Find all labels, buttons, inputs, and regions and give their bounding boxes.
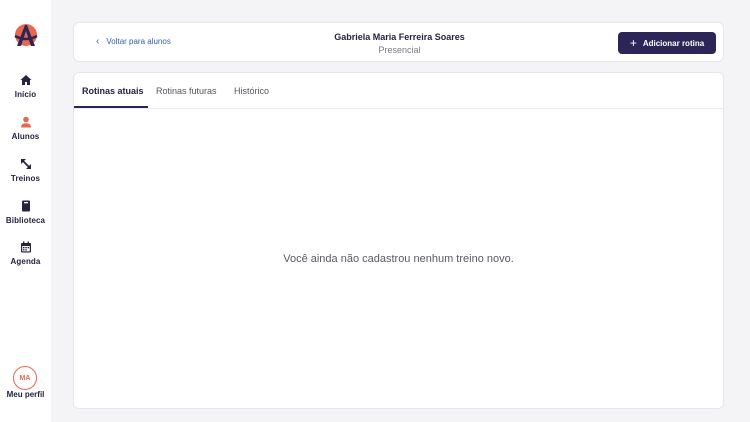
active-tab-indicator xyxy=(74,106,148,108)
home-icon xyxy=(20,75,31,85)
sidebar-item-label: Biblioteca xyxy=(5,216,46,225)
logo-icon[interactable] xyxy=(11,20,41,50)
person-icon xyxy=(20,116,31,128)
empty-state-message: Você ainda não cadastrou nenhum treino n… xyxy=(283,253,514,265)
tab-rotinas-futuras[interactable]: Rotinas futuras xyxy=(156,86,217,96)
sidebar-item-label: Agenda xyxy=(10,257,41,266)
avatar[interactable]: MA xyxy=(13,366,37,390)
sidebar: Início Alunos Treinos Biblioteca Agenda … xyxy=(0,0,51,422)
arrows-diagonal-icon xyxy=(20,159,31,169)
sidebar-item-inicio[interactable]: Início xyxy=(0,73,51,107)
add-routine-button[interactable]: + Adicionar rotina xyxy=(618,32,716,54)
tab-historico[interactable]: Histórico xyxy=(234,86,269,96)
sidebar-item-treinos[interactable]: Treinos xyxy=(0,157,51,191)
profile-label[interactable]: Meu perfil xyxy=(0,390,51,399)
sidebar-item-label: Treinos xyxy=(10,174,41,183)
sidebar-item-agenda[interactable]: Agenda xyxy=(0,240,51,274)
student-header: ‹ Voltar para alunos Gabriela Maria Ferr… xyxy=(73,22,724,62)
sidebar-item-label: Alunos xyxy=(11,132,40,141)
tabs: Rotinas atuais Rotinas futuras Histórico xyxy=(74,73,723,109)
plus-icon: + xyxy=(629,36,637,50)
sidebar-item-biblioteca[interactable]: Biblioteca xyxy=(0,199,51,233)
routines-panel: Rotinas atuais Rotinas futuras Histórico… xyxy=(73,72,724,409)
sidebar-item-label: Início xyxy=(14,90,37,99)
tab-rotinas-atuais[interactable]: Rotinas atuais xyxy=(82,86,144,96)
add-routine-label: Adicionar rotina xyxy=(642,38,705,48)
calendar-icon xyxy=(20,241,31,253)
sidebar-item-alunos[interactable]: Alunos xyxy=(0,115,51,149)
book-icon xyxy=(21,200,30,212)
